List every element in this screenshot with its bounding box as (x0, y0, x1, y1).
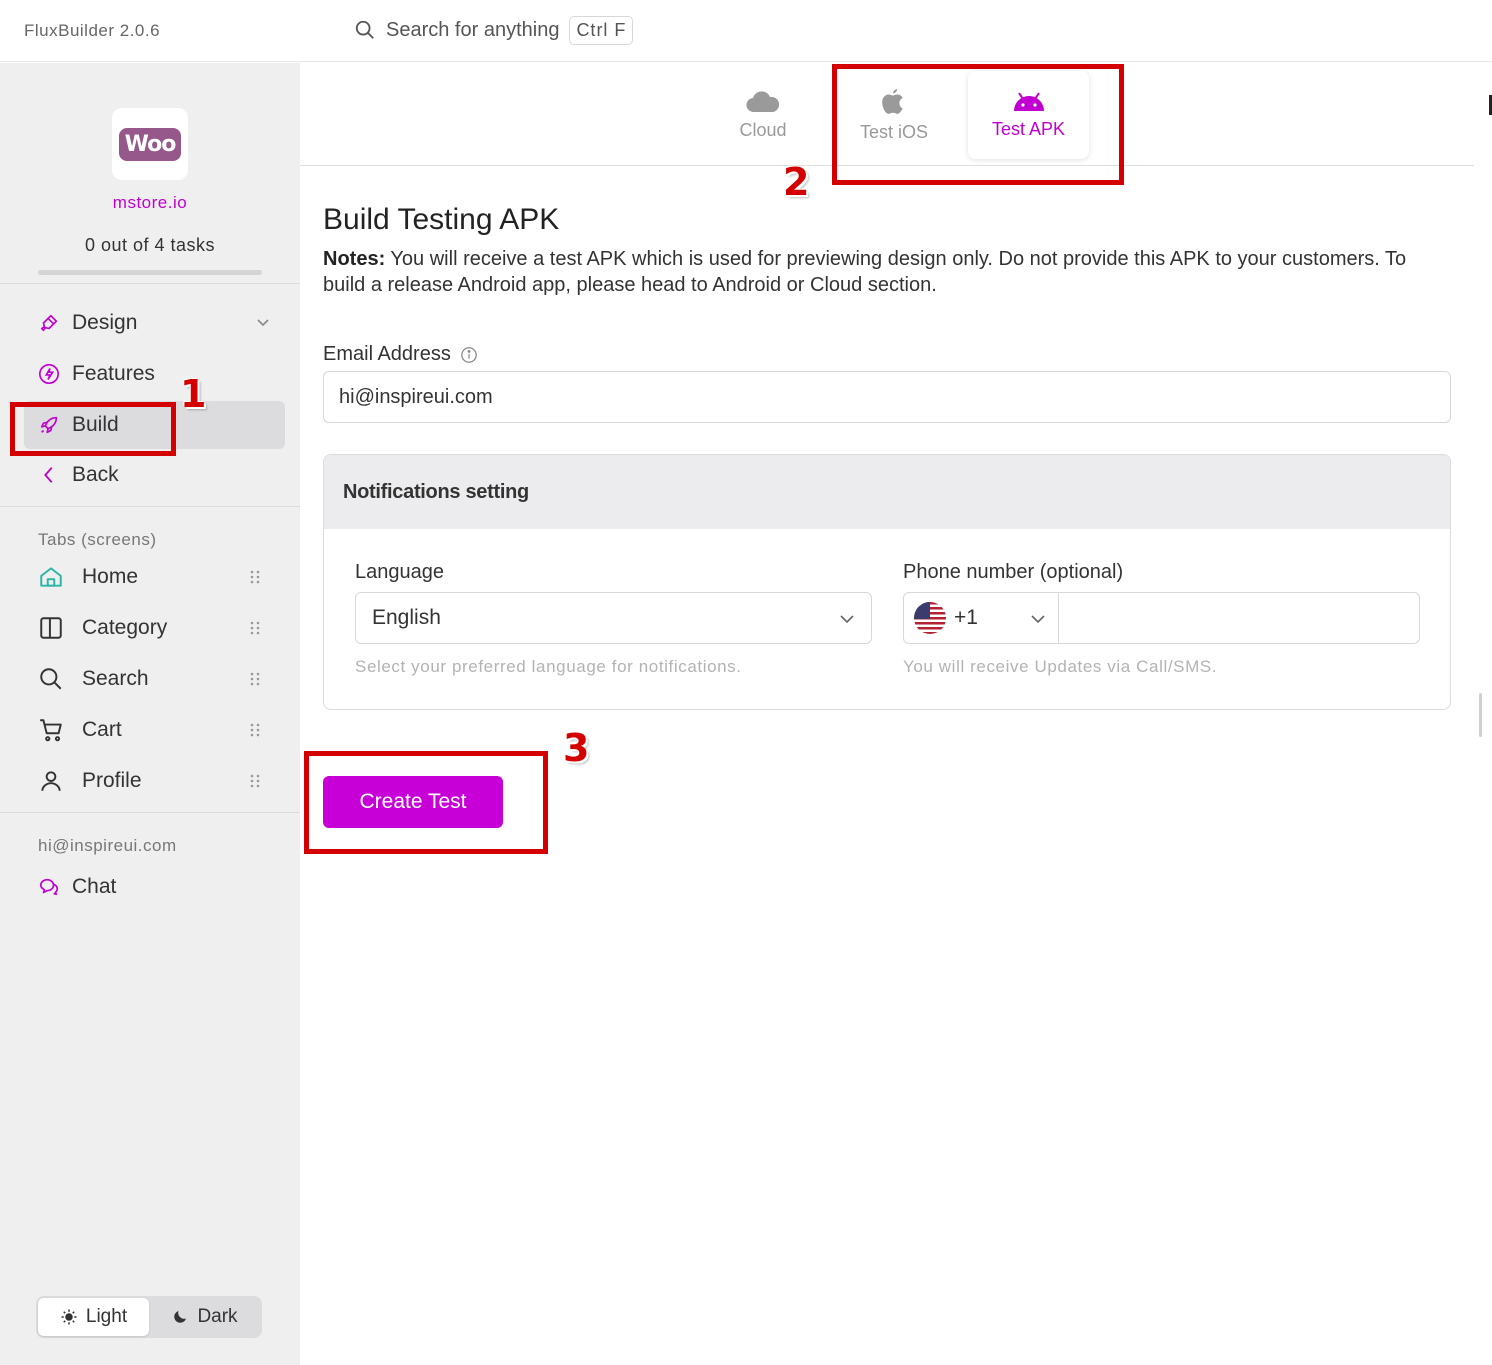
global-search[interactable]: Search for anything Ctrl F (354, 13, 634, 47)
home-icon (40, 567, 62, 587)
bolt-icon (39, 364, 59, 384)
tab-item-search[interactable]: Search (38, 657, 278, 701)
language-label: Language (355, 561, 444, 583)
email-label: Email Address (323, 343, 451, 365)
tab-item-label: Category (82, 616, 168, 639)
cart-icon (40, 719, 62, 742)
tabs-section-label: Tabs (screens) (38, 530, 157, 549)
main-panel: Cloud Test iOS Test APK Build Testing AP… (300, 63, 1492, 1365)
sun-icon (61, 1309, 77, 1325)
account-email: hi@inspireui.com (38, 836, 177, 855)
callout-number-1: 1 (180, 372, 207, 416)
theme-dark-option[interactable]: Dark (149, 1298, 260, 1336)
sidebar-item-label: Features (72, 362, 155, 385)
brush-icon (40, 314, 58, 332)
theme-light-option[interactable]: Light (38, 1298, 149, 1336)
drag-handle-icon[interactable] (250, 722, 260, 738)
sidebar-item-label: Back (72, 463, 119, 486)
notes-label: Notes: (323, 248, 386, 270)
cloud-icon (746, 90, 780, 112)
tab-item-profile[interactable]: Profile (38, 759, 278, 803)
country-code-value: +1 (954, 606, 978, 629)
page-title: Build Testing APK (323, 203, 560, 236)
sidebar-item-features[interactable]: Features (24, 350, 285, 398)
tab-item-label: Home (82, 565, 139, 588)
phone-number-input[interactable] (1059, 593, 1419, 643)
phone-label: Phone number (optional) (903, 561, 1124, 583)
sidebar-item-back[interactable]: Back (24, 451, 285, 499)
info-icon[interactable] (460, 346, 478, 364)
email-field[interactable]: hi@inspireui.com (323, 371, 1451, 423)
tab-item-home[interactable]: Home (38, 555, 278, 599)
drag-handle-icon[interactable] (250, 773, 260, 789)
tab-item-category[interactable]: Category (38, 606, 278, 650)
sidebar: Woo mstore.io 0 out of 4 tasks Design Fe… (0, 63, 300, 1365)
search-placeholder[interactable]: Search for anything (386, 19, 559, 42)
sidebar-divider (0, 812, 300, 813)
sidebar-item-design[interactable]: Design (24, 299, 285, 347)
drag-handle-icon[interactable] (250, 671, 260, 687)
notes-text: You will receive a test APK which is use… (323, 248, 1407, 296)
language-help-text: Select your preferred language for notif… (355, 657, 742, 676)
language-value: English (372, 606, 441, 629)
search-icon (355, 20, 374, 39)
notes-paragraph: Notes: You will receive a test APK which… (323, 246, 1453, 298)
tab-item-label: Profile (82, 769, 142, 792)
callout-number-2: 2 (783, 160, 810, 204)
callout-box-step-2 (832, 64, 1124, 185)
chevron-left-icon (44, 467, 53, 483)
email-label-row: Email Address (323, 343, 478, 366)
theme-toggle[interactable]: Light Dark (36, 1296, 262, 1338)
sidebar-divider (0, 506, 300, 507)
phone-help-text: You will receive Updates via Call/SMS. (903, 657, 1218, 676)
drag-handle-icon[interactable] (250, 569, 260, 585)
tab-cloud[interactable]: Cloud (703, 71, 823, 159)
us-flag-icon (914, 602, 946, 634)
drag-handle-icon[interactable] (250, 620, 260, 636)
search-shortcut-badge: Ctrl F (569, 15, 634, 45)
tab-item-label: Cart (82, 718, 122, 741)
scrollbar-thumb[interactable] (1479, 693, 1482, 737)
store-logo[interactable]: Woo (112, 108, 188, 180)
chevron-down-icon (840, 615, 854, 624)
theme-light-label: Light (85, 1306, 128, 1327)
notifications-title: Notifications setting (324, 455, 1450, 529)
notifications-card: Notifications setting Language English S… (323, 454, 1451, 710)
chevron-down-icon[interactable] (255, 315, 271, 331)
tasks-counter[interactable]: 0 out of 4 tasks (0, 235, 300, 256)
sidebar-divider (0, 283, 300, 284)
sidebar-item-label: Chat (72, 875, 117, 898)
phone-field-group: +1 (903, 592, 1420, 644)
tab-item-label: Search (82, 667, 149, 690)
columns-icon (40, 617, 62, 639)
theme-dark-label: Dark (197, 1306, 238, 1327)
callout-box-step-1 (10, 402, 176, 456)
search-icon (40, 668, 62, 690)
sidebar-item-label: Design (72, 311, 138, 334)
woo-logo-text: Woo (118, 127, 182, 161)
chevron-down-icon (1031, 615, 1045, 624)
callout-box-step-3 (304, 751, 548, 854)
user-icon (41, 771, 61, 791)
moon-icon (174, 1311, 187, 1323)
language-select[interactable]: English (355, 592, 872, 644)
country-code-select[interactable]: +1 (904, 593, 1059, 643)
callout-number-3: 3 (563, 726, 590, 770)
top-bar: FluxBuilder 2.0.6 Search for anything Ct… (0, 0, 1492, 62)
chat-icon (39, 878, 59, 896)
tasks-progress-bar (38, 270, 262, 275)
tab-label: Cloud (739, 119, 787, 140)
app-title: FluxBuilder 2.0.6 (24, 21, 161, 40)
store-name[interactable]: mstore.io (0, 193, 300, 213)
sidebar-item-chat[interactable]: Chat (24, 863, 285, 911)
tab-item-cart[interactable]: Cart (38, 708, 278, 752)
